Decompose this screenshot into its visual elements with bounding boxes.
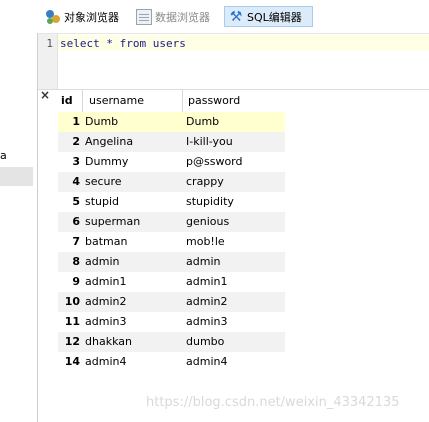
column-header-id[interactable]: id [58, 90, 80, 112]
cell-id: 6 [72, 215, 80, 228]
cell-id: 10 [64, 295, 80, 308]
cell-password[interactable]: admin3 [186, 312, 282, 332]
cell-password[interactable]: dumbo [186, 332, 282, 352]
tab-label: SQL编辑器 [247, 10, 302, 24]
cell-id: 14 [64, 355, 80, 368]
cell-username[interactable]: Angelina [85, 132, 177, 152]
cell-password[interactable]: crappy [186, 172, 282, 192]
cell-password[interactable]: admin [186, 252, 282, 272]
tab-data-browser[interactable]: 数据浏览器 [133, 6, 219, 27]
cell-username[interactable]: admin3 [85, 312, 177, 332]
table-row[interactable]: 1 Dumb Dumb [58, 112, 285, 132]
cell-username[interactable]: admin4 [85, 352, 177, 372]
cell-password[interactable]: I-kill-you [186, 132, 282, 152]
data-browser-icon [136, 8, 152, 25]
watermark-text: https://blog.csdn.net/weixin_43342135 [146, 395, 400, 410]
cell-id: 4 [72, 175, 80, 188]
left-panel-selected-item[interactable] [0, 167, 33, 186]
cell-username[interactable]: dhakkan [85, 332, 177, 352]
table-row[interactable]: 6 superman genious [58, 212, 285, 232]
close-results-icon[interactable]: × [40, 88, 50, 102]
sql-query-text[interactable]: select * from users [60, 37, 186, 50]
cell-password[interactable]: p@ssword [186, 152, 282, 172]
tab-label: 对象浏览器 [64, 10, 119, 24]
cell-username[interactable]: Dummy [85, 152, 177, 172]
tab-sql-editor[interactable]: ⚒ SQL编辑器 [224, 6, 313, 27]
left-panel: a [0, 33, 38, 422]
cell-username[interactable]: secure [85, 172, 177, 192]
cell-id: 2 [72, 135, 80, 148]
cell-password[interactable]: mob!le [186, 232, 282, 252]
sql-editor[interactable]: 1 select * from users [38, 33, 429, 90]
cell-id: 9 [72, 275, 80, 288]
cell-id: 5 [72, 195, 80, 208]
line-number: 1 [46, 37, 53, 50]
column-header-password[interactable]: password [182, 90, 285, 112]
cell-username[interactable]: Dumb [85, 112, 177, 132]
tab-label: 数据浏览器 [155, 10, 210, 24]
cell-username[interactable]: admin1 [85, 272, 177, 292]
cell-password[interactable]: admin1 [186, 272, 282, 292]
cell-password[interactable]: genious [186, 212, 282, 232]
sql-editor-icon: ⚒ [229, 8, 243, 25]
cell-username[interactable]: admin2 [85, 292, 177, 312]
table-row[interactable]: 5 stupid stupidity [58, 192, 285, 212]
cell-password[interactable]: Dumb [186, 112, 282, 132]
cell-username[interactable]: superman [85, 212, 177, 232]
table-row[interactable]: 12 dhakkan dumbo [58, 332, 285, 352]
cell-id: 8 [72, 255, 80, 268]
tab-bar: 对象浏览器 数据浏览器 ⚒ SQL编辑器 [0, 0, 429, 33]
cell-id: 12 [64, 335, 80, 348]
left-panel-item[interactable]: a [0, 149, 7, 162]
table-row[interactable]: 14 admin4 admin4 [58, 352, 285, 372]
line-number-gutter: 1 [38, 34, 58, 89]
table-row[interactable]: 3 Dummy p@ssword [58, 152, 285, 172]
cell-id: 3 [72, 155, 80, 168]
tab-object-browser[interactable]: 对象浏览器 [42, 6, 130, 27]
cell-id: 7 [72, 235, 80, 248]
cell-password[interactable]: stupidity [186, 192, 282, 212]
table-row[interactable]: 9 admin1 admin1 [58, 272, 285, 292]
cell-password[interactable]: admin4 [186, 352, 282, 372]
table-row[interactable]: 2 Angelina I-kill-you [58, 132, 285, 152]
cell-username[interactable]: admin [85, 252, 177, 272]
table-row[interactable]: 8 admin admin [58, 252, 285, 272]
table-row[interactable]: 7 batman mob!le [58, 232, 285, 252]
table-row[interactable]: 10 admin2 admin2 [58, 292, 285, 312]
cell-password[interactable]: admin2 [186, 292, 282, 312]
cell-id: 11 [64, 315, 80, 328]
object-browser-icon [45, 9, 61, 25]
column-header-username[interactable]: username [82, 90, 182, 112]
cell-username[interactable]: batman [85, 232, 177, 252]
table-row[interactable]: 11 admin3 admin3 [58, 312, 285, 332]
table-row[interactable]: 4 secure crappy [58, 172, 285, 192]
cell-id: 1 [72, 115, 80, 128]
cell-username[interactable]: stupid [85, 192, 177, 212]
